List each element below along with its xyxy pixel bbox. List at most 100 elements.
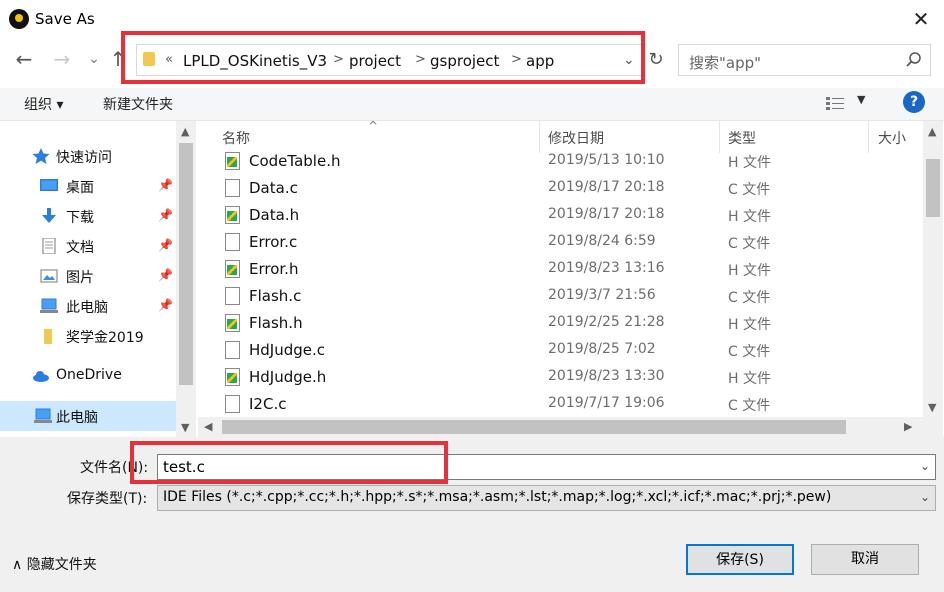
cloud-icon [33, 371, 49, 382]
sidebar-scrollbar[interactable]: ▲ ▼ [176, 121, 196, 437]
forward-button[interactable]: → [48, 44, 76, 74]
picture-icon [40, 269, 58, 283]
computer-icon [34, 408, 52, 423]
sidebar-item-label: 此电脑 [66, 300, 108, 316]
scroll-up-arrow[interactable]: ▲ [181, 125, 189, 138]
file-row[interactable]: Error.c 2019/8/24 6:59 C 文件 [198, 229, 923, 256]
header-file-icon [225, 206, 240, 224]
sidebar-item-label: 桌面 [66, 180, 94, 196]
file-name[interactable]: Flash.c [249, 287, 301, 305]
column-header-type[interactable]: 类型 [728, 128, 756, 148]
save-button[interactable]: 保存(S) [686, 544, 794, 575]
sidebar-item-onedrive[interactable]: OneDrive [0, 361, 176, 391]
file-name[interactable]: Error.c [249, 233, 297, 251]
file-modified-date: 2019/5/13 10:10 [548, 152, 665, 168]
refresh-button[interactable]: ↻ [645, 46, 667, 74]
sidebar-item-quick-access[interactable]: 快速访问 [0, 141, 176, 171]
sidebar-item-label: 图片 [66, 270, 94, 286]
search-icon[interactable] [905, 51, 923, 69]
column-header-name[interactable]: 名称 [222, 128, 250, 148]
c-file-icon [225, 179, 240, 197]
file-type: C 文件 [728, 236, 771, 252]
header-file-icon [225, 152, 240, 170]
column-header-date[interactable]: 修改日期 [548, 128, 604, 148]
sidebar-scroll-thumb[interactable] [179, 143, 193, 385]
sidebar-item-label: 快速访问 [56, 150, 112, 166]
chevron-down-icon[interactable]: ⌄ [920, 459, 930, 473]
file-name[interactable]: HdJudge.h [249, 368, 326, 386]
file-row[interactable]: HdJudge.c 2019/8/25 7:02 C 文件 [198, 337, 923, 364]
file-row[interactable]: I2C.c 2019/7/17 19:06 C 文件 [198, 391, 923, 418]
file-row[interactable]: Data.h 2019/8/17 20:18 H 文件 [198, 202, 923, 229]
close-button[interactable]: ✕ [903, 4, 939, 34]
sidebar-item-pictures[interactable]: 图片 📌 [0, 261, 176, 291]
file-type: C 文件 [728, 290, 771, 306]
pin-icon: 📌 [158, 178, 173, 192]
folder-icon [44, 329, 52, 344]
app-icon [9, 9, 29, 29]
scroll-down-arrow[interactable]: ▼ [928, 401, 936, 414]
sidebar-item-scholarship-folder[interactable]: 奖学金2019 [0, 321, 176, 351]
file-modified-date: 2019/8/23 13:30 [548, 368, 665, 384]
scroll-right-arrow[interactable]: ▶ [904, 420, 912, 433]
scroll-up-arrow[interactable]: ▲ [928, 125, 936, 138]
file-row[interactable]: Flash.c 2019/3/7 21:56 C 文件 [198, 283, 923, 310]
horizontal-scroll-thumb[interactable] [222, 420, 846, 434]
file-name[interactable]: Flash.h [249, 314, 303, 332]
chevron-down-icon[interactable]: ⌄ [920, 490, 930, 504]
file-list-scroll-thumb[interactable] [926, 159, 940, 217]
horizontal-scrollbar[interactable]: ◀ ▶ [198, 417, 943, 437]
file-modified-date: 2019/8/17 20:18 [548, 179, 665, 195]
download-icon [42, 208, 56, 223]
file-modified-date: 2019/2/25 21:28 [548, 314, 665, 330]
pin-icon: 📌 [158, 268, 173, 282]
file-name[interactable]: Error.h [249, 260, 298, 278]
sort-ascending-icon: ^ [368, 119, 379, 133]
file-row[interactable]: Data.c 2019/8/17 20:18 C 文件 [198, 175, 923, 202]
view-options-icon[interactable] [826, 96, 844, 112]
scroll-left-arrow[interactable]: ◀ [204, 420, 212, 433]
highlight-box-path [121, 31, 645, 84]
cancel-button[interactable]: 取消 [811, 544, 919, 575]
file-modified-date: 2019/8/25 7:02 [548, 341, 656, 357]
command-bar: 组织 ▾ 新建文件夹 ▼ ? [0, 88, 944, 121]
sidebar-item-desktop[interactable]: 桌面 📌 [0, 171, 176, 201]
sidebar-item-documents[interactable]: 文档 📌 [0, 231, 176, 261]
file-name[interactable]: Data.c [249, 179, 298, 197]
sidebar-item-this-pc-pinned[interactable]: 此电脑 📌 [0, 291, 176, 321]
column-header-size[interactable]: 大小 [878, 128, 906, 148]
file-type: H 文件 [728, 209, 771, 225]
file-name[interactable]: Data.h [249, 206, 299, 224]
file-name[interactable]: I2C.c [249, 395, 286, 413]
scroll-down-arrow[interactable]: ▼ [181, 421, 189, 434]
file-list-scrollbar[interactable]: ▲ ▼ [923, 121, 943, 417]
header-file-icon [225, 368, 240, 386]
file-type: H 文件 [728, 317, 771, 333]
filetype-select[interactable]: IDE Files (*.c;*.cpp;*.cc;*.h;*.hpp;*.s*… [157, 485, 936, 511]
file-type: H 文件 [728, 371, 771, 387]
file-name[interactable]: CodeTable.h [249, 152, 340, 170]
search-input[interactable]: 搜索"app" [689, 52, 761, 73]
file-list: ^ 名称 修改日期 类型 大小 CodeTable.h 2019/5/13 10:… [198, 119, 923, 418]
file-type: C 文件 [728, 182, 771, 198]
new-folder-button[interactable]: 新建文件夹 [103, 94, 173, 114]
hide-folders-toggle[interactable]: ∧ 隐藏文件夹 [12, 554, 97, 574]
back-button[interactable]: ← [10, 44, 38, 74]
file-row[interactable]: HdJudge.h 2019/8/23 13:30 H 文件 [198, 364, 923, 391]
file-row[interactable]: Error.h 2019/8/23 13:16 H 文件 [198, 256, 923, 283]
file-type: C 文件 [728, 398, 771, 414]
filetype-value[interactable]: IDE Files (*.c;*.cpp;*.cc;*.h;*.hpp;*.s*… [163, 489, 831, 505]
organize-menu[interactable]: 组织 ▾ [24, 94, 63, 114]
view-dropdown-button[interactable]: ▼ [857, 93, 865, 106]
search-box[interactable]: 搜索"app" [678, 44, 931, 76]
header-file-icon [225, 314, 240, 332]
chevron-up-icon: ∧ [12, 557, 23, 573]
file-row[interactable]: Flash.h 2019/2/25 21:28 H 文件 [198, 310, 923, 337]
sidebar-item-this-pc[interactable]: 此电脑 [0, 401, 176, 431]
pin-icon: 📌 [158, 208, 173, 222]
help-icon[interactable]: ? [903, 91, 925, 113]
file-row[interactable]: CodeTable.h 2019/5/13 10:10 H 文件 [198, 148, 923, 175]
highlight-box-filename [130, 441, 448, 484]
file-name[interactable]: HdJudge.c [249, 341, 325, 359]
sidebar-item-downloads[interactable]: 下载 📌 [0, 201, 176, 231]
